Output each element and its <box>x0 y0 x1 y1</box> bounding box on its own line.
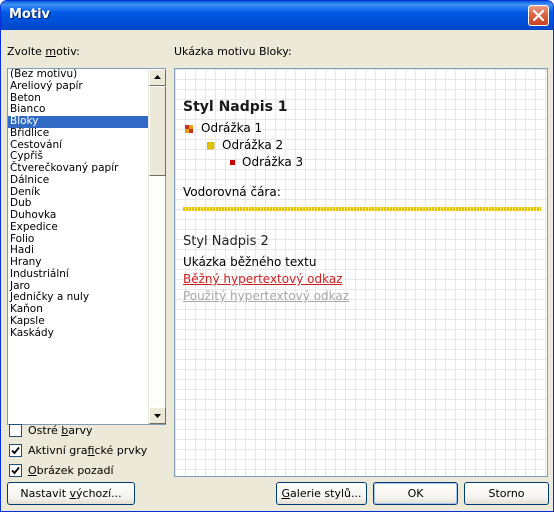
scroll-down-button[interactable] <box>149 407 166 424</box>
preview-heading1: Styl Nadpis 1 <box>183 99 288 115</box>
theme-preview: Styl Nadpis 1 Odrážka 1 Odrážka 2 Odrážk… <box>174 68 548 477</box>
set-default-button[interactable]: Nastavit výchozí... <box>7 482 135 505</box>
checkmark-icon <box>11 446 20 454</box>
theme-list-item[interactable]: Kaskády <box>8 327 148 340</box>
theme-list-label: Zvolte motiv: <box>7 45 80 58</box>
theme-list-item[interactable]: Kaňon <box>8 303 148 316</box>
list-scrollbar[interactable] <box>148 69 166 424</box>
preview-visited-link[interactable]: Použitý hypertextový odkaz <box>183 289 349 303</box>
theme-list-item[interactable]: Expedice <box>8 221 148 234</box>
preview-bullet-1: Odrážka 1 <box>201 121 263 135</box>
theme-list-item[interactable]: Industriální <box>8 268 148 281</box>
bullet-square-icon <box>207 142 215 150</box>
theme-list-item[interactable]: Kapsle <box>8 315 148 328</box>
theme-list-items: (Bez motivu) Areliový papír Beton Bianco Blo… <box>8 69 148 424</box>
window-title: Motiv <box>9 7 51 22</box>
background-image-box[interactable] <box>9 463 22 477</box>
active-graphics-checkbox[interactable]: Aktivní grafické prvky <box>9 443 147 457</box>
active-graphics-label: Aktivní grafické prvky <box>28 443 148 457</box>
close-icon <box>533 10 544 21</box>
close-button[interactable] <box>528 5 549 26</box>
scroll-up-button[interactable] <box>149 69 166 86</box>
arrow-up-icon <box>154 75 161 79</box>
bright-colors-label: Ostré barvy <box>28 423 93 437</box>
bright-colors-checkbox[interactable]: Ostré barvy <box>9 423 93 437</box>
checkmark-icon <box>11 466 20 474</box>
theme-list-item[interactable]: Hrany <box>8 256 148 269</box>
preview-label: Ukázka motivu Bloky: <box>174 45 292 58</box>
arrow-down-icon <box>154 414 161 418</box>
scroll-thumb[interactable] <box>149 86 166 176</box>
background-image-label: Obrázek pozadí <box>28 463 114 477</box>
preview-bullet-3: Odrážka 3 <box>242 155 304 169</box>
preview-horizontal-rule <box>183 207 541 211</box>
theme-list-item[interactable]: Bloky <box>8 115 148 128</box>
theme-list-item[interactable]: Duhovka <box>8 209 148 222</box>
preview-heading2: Styl Nadpis 2 <box>183 234 269 249</box>
bright-colors-box[interactable] <box>9 423 22 437</box>
theme-list-item[interactable]: (Bez motivu) <box>8 69 148 81</box>
theme-list-item[interactable]: Čtverečkovaný papír <box>8 162 148 175</box>
style-gallery-button[interactable]: Galerie stylů... <box>276 482 367 505</box>
preview-hr-label: Vodorovná čára: <box>183 185 281 199</box>
cancel-button[interactable]: Storno <box>464 482 549 505</box>
title-bar[interactable]: Motiv <box>1 1 553 30</box>
bullet-blocks-icon <box>185 125 193 133</box>
preview-link[interactable]: Běžný hypertextový odkaz <box>183 272 342 286</box>
theme-list-item[interactable]: Dálnice <box>8 174 148 187</box>
theme-dialog: Motiv Zvolte motiv: (Bez motivu) Areliový… <box>0 0 554 512</box>
background-image-checkbox[interactable]: Obrázek pozadí <box>9 463 114 477</box>
theme-list-item[interactable]: Břidlice <box>8 127 148 140</box>
preview-body-text: Ukázka běžného textu <box>183 255 317 269</box>
active-graphics-box[interactable] <box>9 443 22 457</box>
theme-list-item[interactable]: Areliový papír <box>8 80 148 93</box>
ok-button[interactable]: OK <box>373 482 458 505</box>
preview-bullet-2: Odrážka 2 <box>222 138 284 152</box>
bullet-small-square-icon <box>230 160 235 165</box>
dialog-body: Zvolte motiv: (Bez motivu) Areliový papír… <box>4 30 550 510</box>
theme-listbox[interactable]: (Bez motivu) Areliový papír Beton Bianco Blo… <box>7 68 166 425</box>
